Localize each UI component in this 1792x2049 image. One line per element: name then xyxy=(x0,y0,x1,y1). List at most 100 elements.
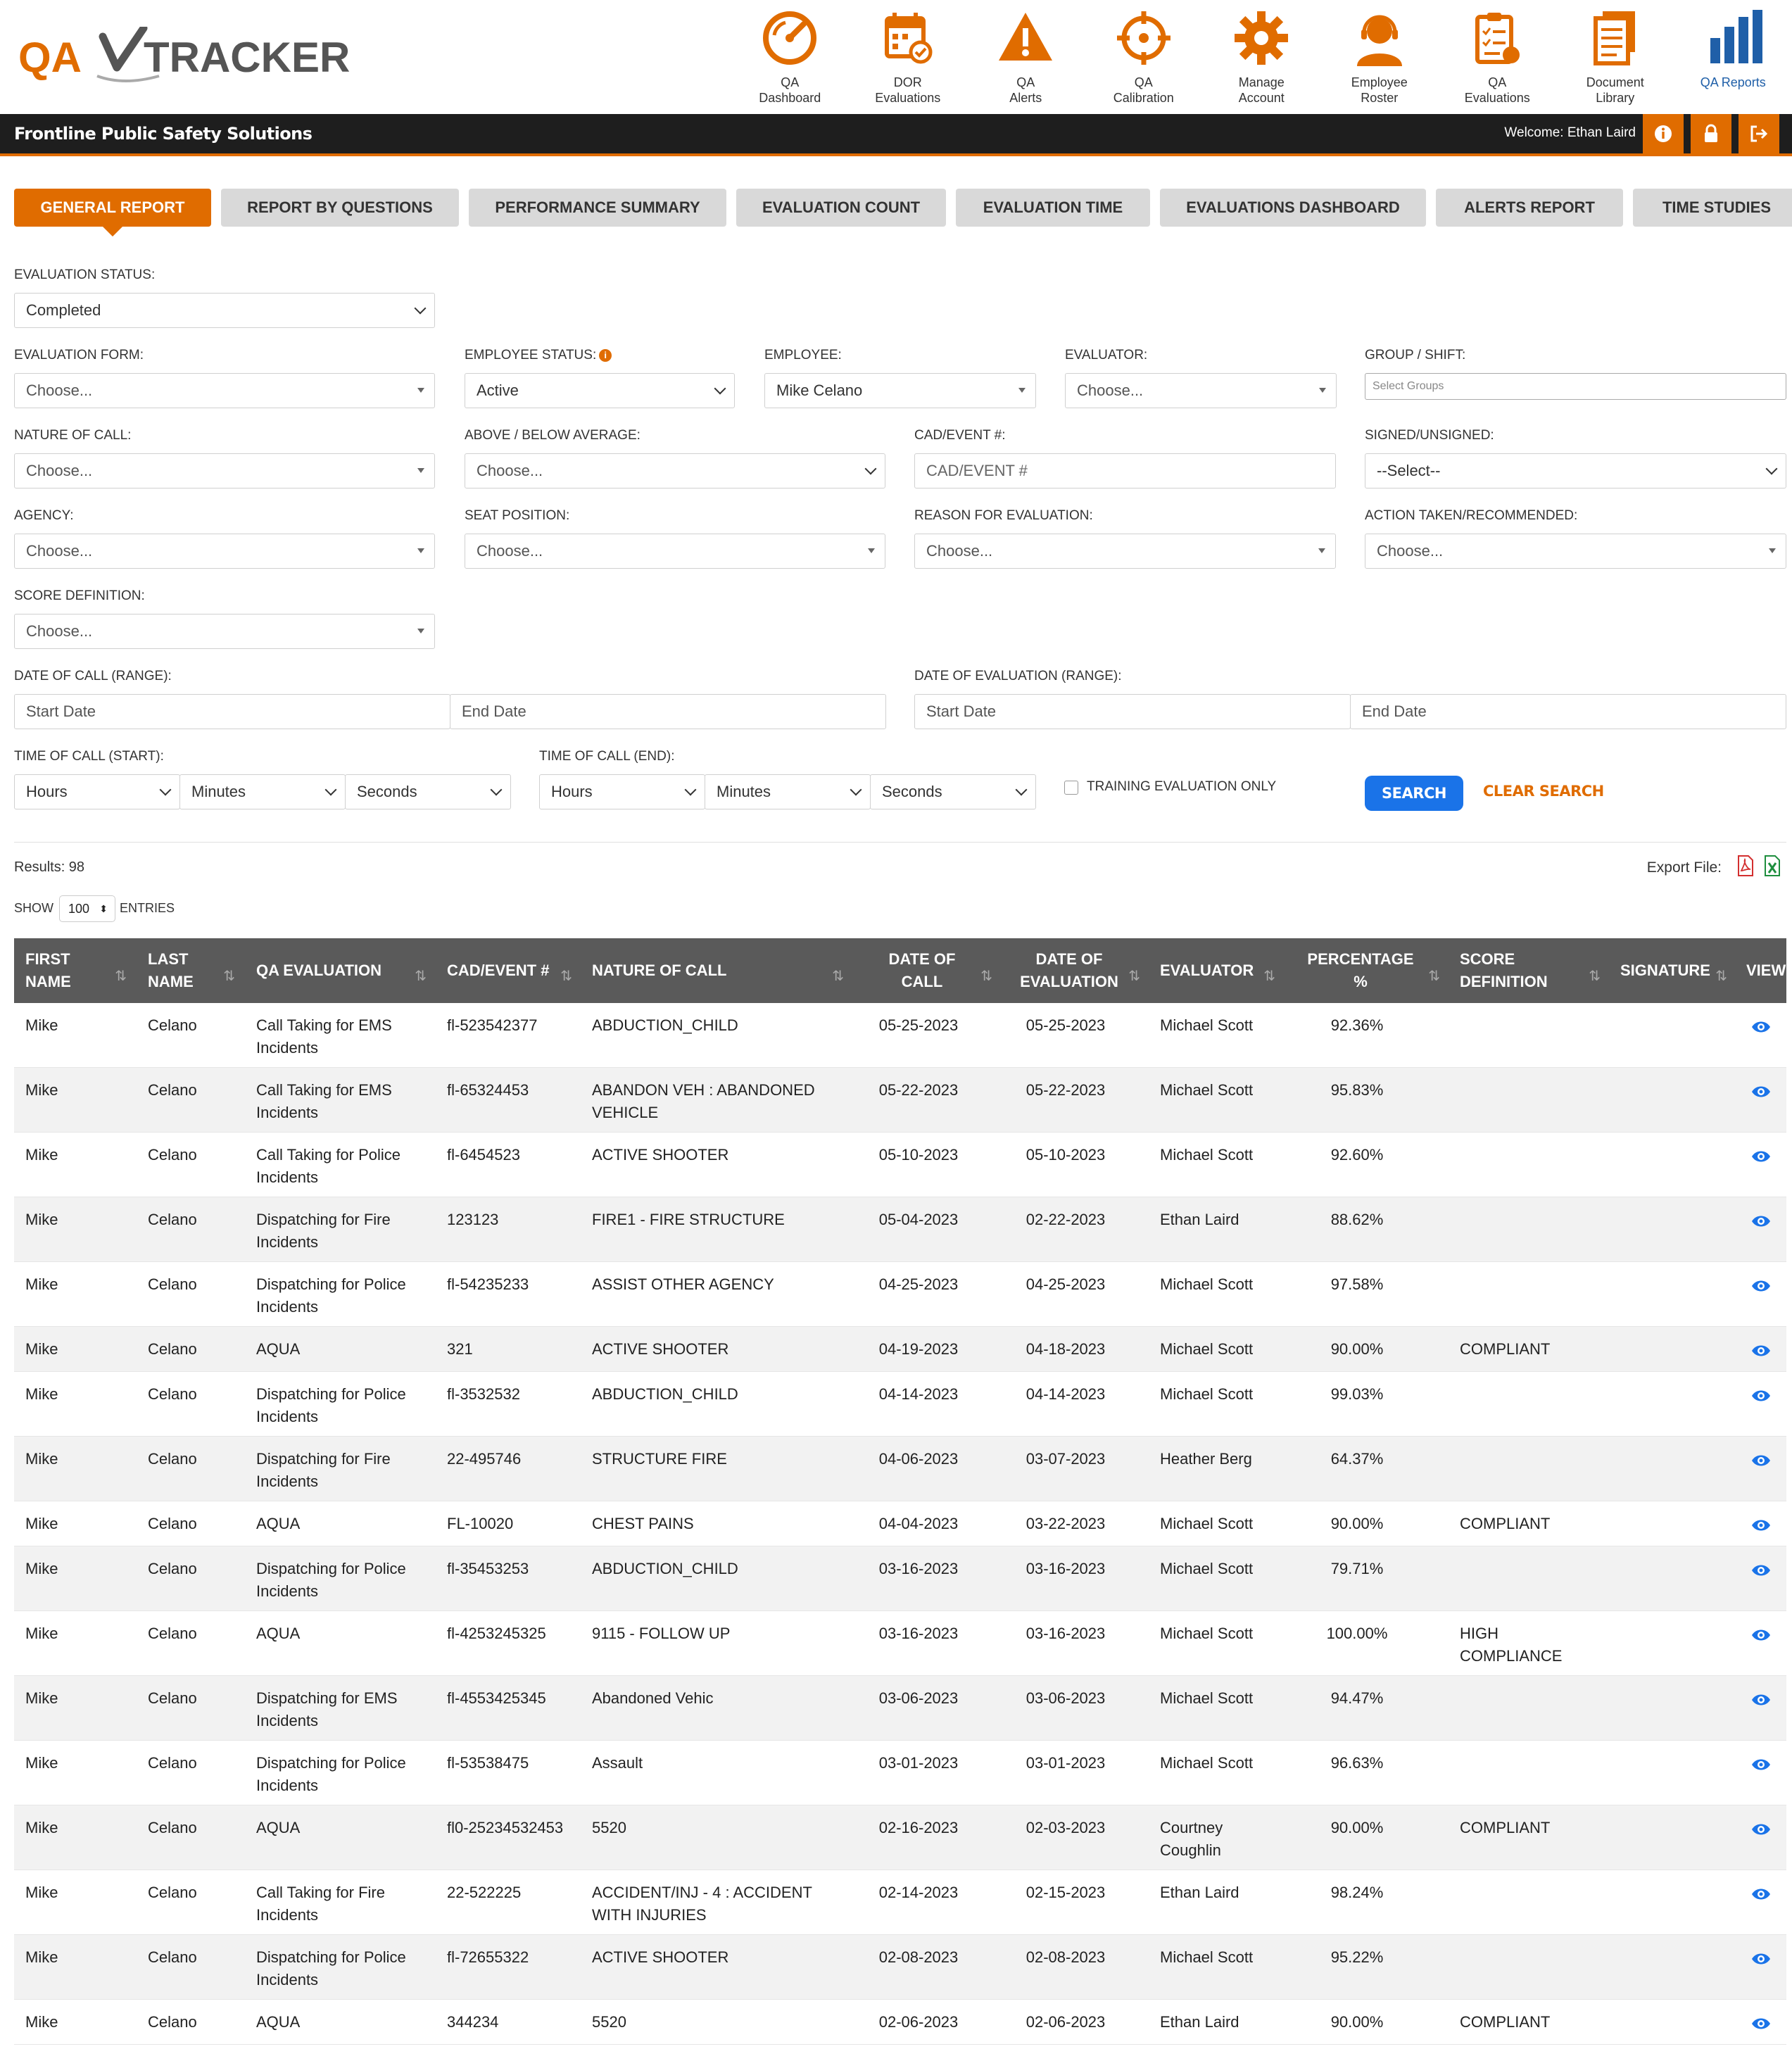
view-eye-icon[interactable] xyxy=(1751,1020,1771,1034)
table-cell: 96.63% xyxy=(1330,1754,1384,1772)
column-header-cad-event-[interactable]: CAD/EVENT # ⇅ xyxy=(447,938,579,1003)
info-icon[interactable]: i xyxy=(599,348,612,362)
tab-performance-summary[interactable]: PERFORMANCE SUMMARY xyxy=(469,189,726,227)
date-of-call-start-input[interactable]: Start Date xyxy=(14,694,450,729)
employee-select[interactable]: Mike Celano xyxy=(764,373,1036,408)
table-row: Mike Celano Call Taking for EMS Incidents f… xyxy=(14,1068,1786,1133)
time-end-seconds-select[interactable]: Seconds xyxy=(870,774,1036,809)
tab-evaluation-count[interactable]: EVALUATION COUNT xyxy=(736,189,946,227)
evaluation-status-select[interactable]: Completed xyxy=(14,293,435,328)
view-eye-icon[interactable] xyxy=(1751,1279,1771,1293)
lock-icon xyxy=(1705,124,1717,142)
training-only-checkbox[interactable] xyxy=(1064,781,1078,795)
view-eye-icon[interactable] xyxy=(1751,1693,1771,1707)
column-header-label: VIEW xyxy=(1746,959,1786,982)
nav-item-qa-alerts[interactable]: QA Alerts xyxy=(967,7,1085,113)
nav-item-qa-calibration[interactable]: QA Calibration xyxy=(1085,7,1203,113)
nav-item-qa-evaluations[interactable]: QA Evaluations xyxy=(1439,7,1557,113)
tab-alerts-report[interactable]: ALERTS REPORT xyxy=(1436,189,1623,227)
gear-icon xyxy=(1235,11,1289,65)
column-header-date-of-call[interactable]: DATE OF CALL ⇅ xyxy=(866,938,999,1003)
column-header-line1: DATE OF xyxy=(1035,950,1103,968)
column-header-qa-evaluation[interactable]: QA EVALUATION ⇅ xyxy=(256,938,434,1003)
view-eye-icon[interactable] xyxy=(1751,1454,1771,1468)
view-eye-icon[interactable] xyxy=(1751,1085,1771,1099)
time-start-minutes-select[interactable]: Minutes xyxy=(179,774,346,809)
entries-per-page-select[interactable]: 100 ⬍ xyxy=(59,895,115,922)
column-header-first-name[interactable]: FIRST NAME ⇅ xyxy=(25,938,134,1003)
tab-report-by-questions[interactable]: REPORT BY QUESTIONS xyxy=(221,189,459,227)
time-start-hours-select[interactable]: Hours xyxy=(14,774,180,809)
search-button[interactable]: SEARCH xyxy=(1365,776,1463,811)
table-cell: 04-18-2023 xyxy=(1026,1340,1106,1358)
column-header-line1: DATE OF xyxy=(888,950,956,968)
lock-button[interactable] xyxy=(1691,114,1731,153)
score-definition-select[interactable]: Choose... xyxy=(14,614,435,649)
nav-item-dor-evaluations[interactable]: DOR Evaluations xyxy=(849,7,967,113)
column-header-percentage-[interactable]: PERCENTAGE% ⇅ xyxy=(1295,938,1447,1003)
view-eye-icon[interactable] xyxy=(1751,1628,1771,1642)
table-cell: Mike xyxy=(25,1081,58,1099)
table-cell: ACTIVE SHOOTER xyxy=(592,1146,729,1164)
evaluation-form-select[interactable]: Choose... xyxy=(14,373,435,408)
view-eye-icon[interactable] xyxy=(1751,1344,1771,1358)
time-end-hours-select[interactable]: Hours xyxy=(539,774,705,809)
evaluator-select[interactable]: Choose... xyxy=(1065,373,1337,408)
pdf-export-icon[interactable] xyxy=(1737,855,1754,876)
tab-general-report[interactable]: GENERAL REPORT xyxy=(14,189,211,237)
view-eye-icon[interactable] xyxy=(1751,1563,1771,1577)
cad-event-input[interactable]: CAD/EVENT # xyxy=(914,453,1336,488)
nav-item-manage-account[interactable]: Manage Account xyxy=(1203,7,1321,113)
employee-status-select[interactable]: Active xyxy=(465,373,735,408)
time-end-minutes-select[interactable]: Minutes xyxy=(705,774,871,809)
table-cell: Mike xyxy=(25,1146,58,1164)
qa-tracker-logo[interactable]: QA TRACKER xyxy=(18,24,377,90)
tab-time-studies[interactable]: TIME STUDIES xyxy=(1633,189,1792,227)
nav-item-document-library[interactable]: Document Library xyxy=(1556,7,1674,113)
group-shift-placeholder: Select Groups xyxy=(1373,380,1444,392)
table-cell: 02-06-2023 xyxy=(1026,2013,1106,2031)
column-header-nature-of-call[interactable]: NATURE OF CALL ⇅ xyxy=(592,938,851,1003)
view-eye-icon[interactable] xyxy=(1751,1214,1771,1228)
column-header-last-name[interactable]: LAST NAME ⇅ xyxy=(148,938,242,1003)
date-of-eval-start-input[interactable]: Start Date xyxy=(914,694,1351,729)
view-eye-icon[interactable] xyxy=(1751,1149,1771,1164)
view-eye-icon[interactable] xyxy=(1751,1518,1771,1532)
view-eye-icon[interactable] xyxy=(1751,1822,1771,1836)
view-eye-icon[interactable] xyxy=(1751,2017,1771,2031)
view-eye-icon[interactable] xyxy=(1751,1389,1771,1403)
table-cell: ABDUCTION_CHILD xyxy=(592,1016,738,1034)
table-cell: AQUA xyxy=(256,1515,301,1532)
nav-item-employee-roster[interactable]: Employee Roster xyxy=(1320,7,1439,113)
nav-item-qa-dashboard[interactable]: QA Dashboard xyxy=(731,7,850,113)
agency-select[interactable]: Choose... xyxy=(14,534,435,569)
excel-export-icon[interactable] xyxy=(1764,855,1781,876)
logout-button[interactable] xyxy=(1739,114,1779,153)
view-eye-icon[interactable] xyxy=(1751,1887,1771,1901)
above-below-select[interactable]: Choose... xyxy=(465,453,885,488)
table-cell: Mike xyxy=(25,1340,58,1358)
clear-search-button[interactable]: CLEAR SEARCH xyxy=(1483,783,1604,800)
column-header-evaluator[interactable]: EVALUATOR ⇅ xyxy=(1160,938,1282,1003)
signed-unsigned-select[interactable]: --Select-- xyxy=(1365,453,1786,488)
group-shift-input[interactable]: Select Groups xyxy=(1365,373,1786,400)
view-eye-icon[interactable] xyxy=(1751,1758,1771,1772)
tab-evaluations-dashboard[interactable]: EVALUATIONS DASHBOARD xyxy=(1160,189,1426,227)
view-eye-icon[interactable] xyxy=(1751,1952,1771,1966)
date-of-eval-end-input[interactable]: End Date xyxy=(1350,694,1786,729)
date-of-call-end-input[interactable]: End Date xyxy=(450,694,886,729)
nav-item-qa-reports[interactable]: QA Reports xyxy=(1674,7,1792,113)
tab-evaluation-time[interactable]: EVALUATION TIME xyxy=(956,189,1150,227)
table-cell: 03-16-2023 xyxy=(878,1560,959,1577)
seat-position-select[interactable]: Choose... xyxy=(465,534,885,569)
action-taken-select[interactable]: Choose... xyxy=(1365,534,1786,569)
nature-of-call-select[interactable]: Choose... xyxy=(14,453,435,488)
table-cell: Mike xyxy=(25,1754,58,1772)
column-header-score-definition[interactable]: SCORE DEFINITION ⇅ xyxy=(1460,938,1608,1003)
column-header-date-of-evaluation[interactable]: DATE OF EVALUATION ⇅ xyxy=(1012,938,1147,1003)
reason-select[interactable]: Choose... xyxy=(914,534,1336,569)
info-button[interactable] xyxy=(1643,114,1684,153)
time-start-seconds-select[interactable]: Seconds xyxy=(345,774,511,809)
column-header-signature[interactable]: SIGNATURE ⇅ xyxy=(1620,938,1734,1003)
signed-unsigned-value: --Select-- xyxy=(1377,462,1441,479)
